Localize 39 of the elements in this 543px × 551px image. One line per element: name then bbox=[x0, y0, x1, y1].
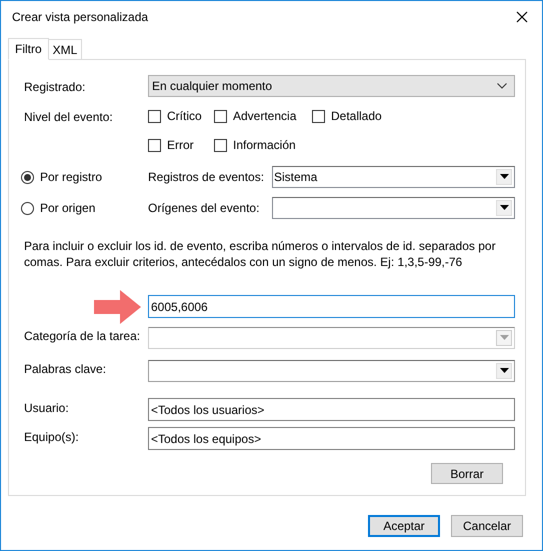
field-label: Equipo(s): bbox=[24, 428, 80, 446]
checkbox-label: Detallado bbox=[331, 108, 382, 125]
tab[interactable]: XML bbox=[48, 39, 82, 59]
checkbox[interactable] bbox=[312, 110, 325, 122]
dropdown[interactable]: En cualquier momento bbox=[148, 75, 515, 97]
checkbox-label: Advertencia bbox=[233, 108, 296, 125]
field-label: Palabras clave: bbox=[24, 361, 108, 378]
combo-box[interactable] bbox=[272, 197, 515, 219]
checkbox[interactable] bbox=[148, 110, 161, 122]
checkbox-label: Error bbox=[167, 137, 194, 154]
combo-box[interactable] bbox=[148, 360, 515, 382]
close-icon[interactable] bbox=[516, 11, 528, 23]
window-title: Crear vista personalizada bbox=[12, 9, 148, 26]
field-label: Nivel del evento: bbox=[24, 109, 114, 126]
radio-label: Por registro bbox=[40, 169, 102, 186]
text-field[interactable]: <Todos los usuarios> bbox=[148, 398, 515, 421]
field-label: Usuario: bbox=[24, 400, 70, 416]
checkbox-label: Crítico bbox=[167, 108, 202, 125]
field-label: Registrado: bbox=[24, 79, 86, 96]
dialog-button[interactable]: Aceptar bbox=[368, 515, 440, 537]
pointer-arrow-icon bbox=[94, 290, 142, 324]
text-field[interactable]: <Todos los equipos> bbox=[148, 427, 515, 450]
checkbox[interactable] bbox=[214, 110, 227, 122]
checkbox-label: Información bbox=[233, 137, 296, 154]
checkbox[interactable] bbox=[148, 138, 161, 152]
field-label: Registros de eventos: bbox=[148, 169, 266, 186]
radio-button[interactable] bbox=[21, 170, 34, 184]
field-label: Orígenes del evento: bbox=[148, 200, 260, 217]
combo-box[interactable]: Sistema bbox=[272, 166, 515, 188]
field-label: Categoría de la tarea: bbox=[24, 328, 142, 345]
tab[interactable]: Filtro bbox=[8, 38, 49, 60]
chevron-down-icon bbox=[497, 83, 507, 89]
event-id-field[interactable]: 6005,6006 bbox=[148, 295, 515, 318]
clear-button[interactable]: Borrar bbox=[431, 463, 503, 484]
radio-label: Por origen bbox=[40, 200, 96, 217]
instructions-text: Para incluir o excluir los id. de evento, escriba números o intervalos de id. separados por comas. Para excluir criterios, antecédalos con un signo de menos. Ej: 1,3,5-99,-76 bbox=[24, 238, 497, 270]
dialog-button[interactable]: Cancelar bbox=[451, 515, 523, 537]
checkbox[interactable] bbox=[214, 138, 227, 152]
radio-button[interactable] bbox=[21, 202, 34, 214]
